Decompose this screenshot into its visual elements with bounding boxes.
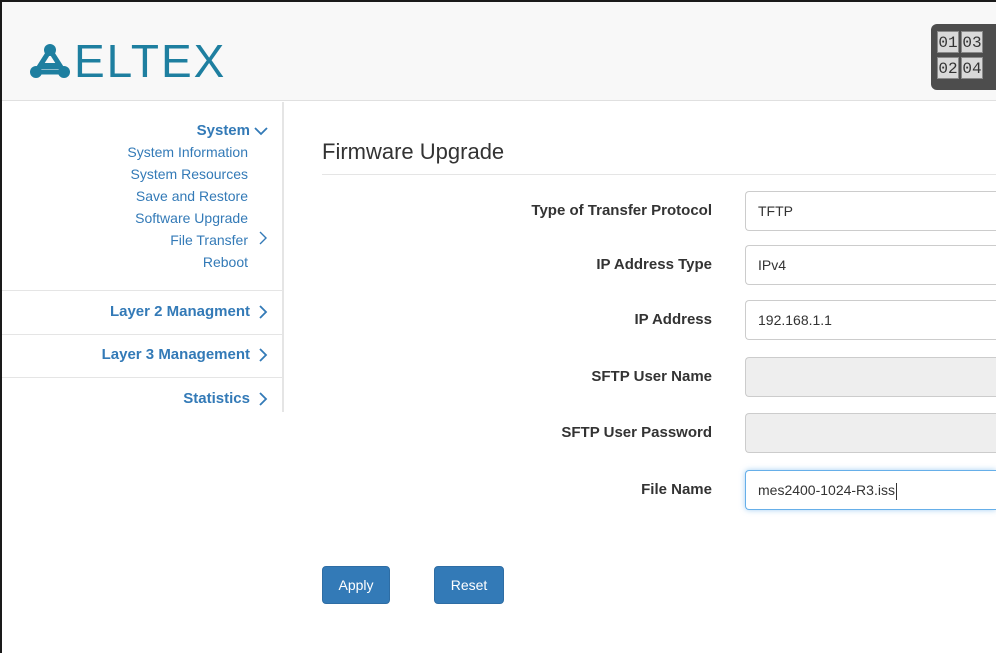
port-indicator[interactable]: 01	[937, 31, 959, 53]
sidebar-subitem-label: Reboot	[202, 254, 248, 270]
text-cursor	[895, 482, 897, 500]
form-row-sftp-user-name: SFTP User Name	[322, 357, 996, 397]
sidebar-subitem-system-resources[interactable]: System Resources	[127, 163, 268, 185]
ip-address-field[interactable]: 192.168.1.1	[745, 300, 996, 340]
form-row-sftp-user-password: SFTP User Password	[322, 413, 996, 453]
apply-button[interactable]: Apply	[322, 566, 390, 604]
sftp-user-name-label: SFTP User Name	[591, 368, 712, 385]
ip-address-type-label: IP Address Type	[596, 256, 712, 273]
page-title: Firmware Upgrade	[322, 139, 505, 164]
form-row-ip-address: IP Address 192.168.1.1	[322, 300, 996, 340]
transfer-protocol-select[interactable]: TFTP	[745, 191, 996, 231]
sidebar-item-layer3-management[interactable]: Layer 3 Management	[102, 346, 268, 363]
chevron-down-icon	[254, 126, 268, 135]
sidebar-subitem-label: System Information	[127, 144, 248, 160]
form-row-file-name: File Name mes2400-1024-R3.iss	[322, 470, 996, 510]
port-indicator[interactable]: 03	[961, 31, 983, 53]
sidebar-subitem-label: System Resources	[130, 166, 248, 182]
sidebar-section-system: System System Information System Resourc…	[127, 122, 268, 273]
sidebar-item-label: Layer 2 Managment	[109, 303, 250, 320]
sftp-user-password-label: SFTP User Password	[561, 424, 712, 441]
sftp-user-name-field[interactable]	[745, 357, 996, 397]
sidebar-item-system-label: System	[196, 122, 250, 139]
chevron-right-icon	[259, 304, 268, 319]
sidebar-subitem-save-and-restore[interactable]: Save and Restore	[127, 185, 268, 207]
transfer-protocol-label: Type of Transfer Protocol	[531, 202, 712, 219]
sidebar-item-label: Layer 3 Management	[101, 346, 250, 363]
sidebar-nav: System System Information System Resourc…	[2, 102, 284, 412]
eltex-logo[interactable]: ELTEX	[30, 38, 226, 84]
sidebar-divider	[2, 377, 284, 378]
sidebar-subitem-reboot[interactable]: Reboot	[127, 251, 268, 273]
ip-address-label: IP Address	[634, 311, 712, 328]
chevron-right-icon	[259, 347, 268, 362]
header-bar: ELTEX 01 03 02 04	[2, 2, 996, 101]
eltex-logo-mark-icon	[30, 44, 70, 78]
sidebar-subitem-software-upgrade[interactable]: Software Upgrade	[127, 207, 268, 229]
sidebar-divider	[2, 290, 284, 291]
port-status-panel: 01 03 02 04	[931, 24, 996, 90]
sidebar-item-label: Statistics	[183, 390, 250, 407]
chevron-right-icon	[259, 391, 268, 406]
sidebar-item-statistics[interactable]: Statistics	[183, 390, 268, 407]
chevron-right-icon	[248, 229, 268, 251]
ip-address-type-select[interactable]: IPv4	[745, 245, 996, 285]
title-divider	[322, 174, 996, 175]
port-indicator[interactable]: 02	[937, 57, 959, 79]
sidebar-divider	[2, 334, 284, 335]
sidebar-item-layer2-management[interactable]: Layer 2 Managment	[110, 303, 268, 320]
sidebar-subitem-label: Software Upgrade	[135, 210, 248, 226]
file-name-label: File Name	[641, 481, 712, 498]
logo-text: ELTEX	[74, 35, 227, 87]
sidebar-item-system[interactable]: System	[197, 122, 268, 139]
sidebar-subitem-file-transfer[interactable]: File Transfer	[127, 229, 268, 251]
reset-button[interactable]: Reset	[434, 566, 504, 604]
sftp-user-password-field[interactable]	[745, 413, 996, 453]
sidebar-subitem-label: Save and Restore	[135, 188, 248, 204]
form-row-ip-address-type: IP Address Type IPv4	[322, 245, 996, 285]
sidebar-subitem-label: File Transfer	[170, 232, 248, 248]
port-indicator[interactable]: 04	[961, 57, 983, 79]
file-name-value: mes2400-1024-R3.iss	[758, 482, 895, 498]
form-row-transfer-protocol: Type of Transfer Protocol TFTP	[322, 191, 996, 231]
file-name-field[interactable]: mes2400-1024-R3.iss	[745, 470, 996, 510]
sidebar-subitem-system-information[interactable]: System Information	[127, 141, 268, 163]
